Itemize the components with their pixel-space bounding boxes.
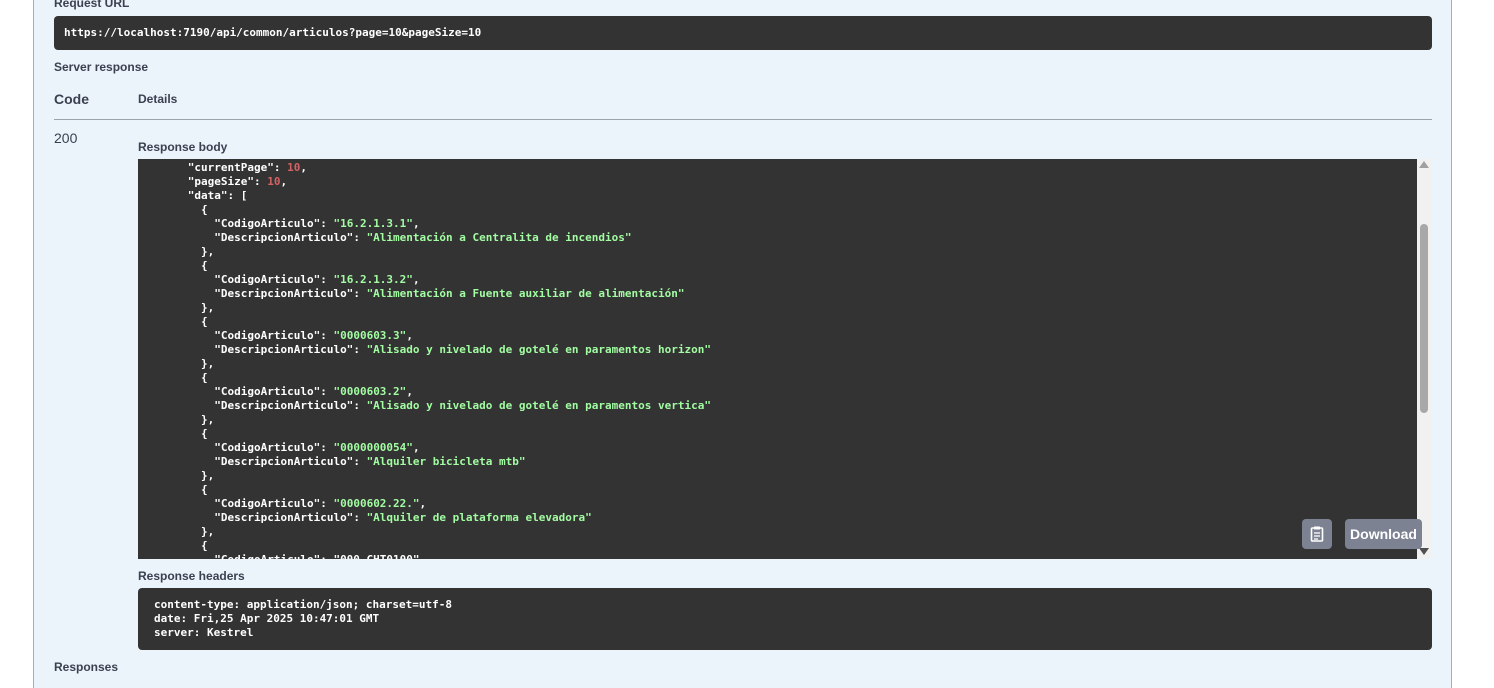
json-string: "Alisado y nivelado de gotelé en paramen… [366, 343, 711, 356]
response-headers: content-type: application/json; charset=… [138, 588, 1432, 650]
json-string: "0000603.3" [333, 329, 407, 342]
scroll-up-arrow-icon[interactable] [1419, 161, 1429, 168]
copy-to-clipboard-button[interactable] [1302, 519, 1332, 549]
json-string: "16.2.1.3.2" [333, 273, 413, 286]
json-key: "CodigoArticulo" [214, 385, 321, 398]
json-key: "DescripcionArticulo" [214, 231, 354, 244]
json-key: "pageSize" [187, 175, 254, 188]
request-url-label: Request URL [54, 0, 130, 10]
table-header-divider [54, 119, 1432, 120]
json-key: "CodigoArticulo" [214, 441, 321, 454]
header-date: date: Fri,25 Apr 2025 10:47:01 GMT [154, 612, 380, 625]
scroll-down-arrow-icon[interactable] [1419, 548, 1429, 555]
clipboard-icon [1310, 526, 1324, 542]
json-number: 10 [267, 175, 281, 188]
json-string: "0000000054" [333, 441, 413, 454]
scrollbar-thumb[interactable] [1420, 224, 1428, 413]
json-string: "Alimentación a Centralita de incendios" [366, 231, 632, 244]
json-string: "Alquiler de plataforma elevadora" [366, 511, 592, 524]
json-string: "0000603.2" [333, 385, 407, 398]
json-string: "16.2.1.3.1" [333, 217, 413, 230]
response-body-label: Response body [138, 140, 228, 154]
json-partial-line: "totalPages": 263, [188, 159, 307, 160]
json-key: "currentPage" [187, 161, 274, 174]
json-key: "DescripcionArticulo" [214, 455, 354, 468]
json-partial-line: "CodigoArticulo": "000.CHT0100", [214, 553, 426, 559]
header-content-type: content-type: application/json; charset=… [154, 598, 453, 611]
server-response-label: Server response [54, 60, 149, 74]
details-column-header: Details [138, 92, 178, 106]
json-key: "DescripcionArticulo" [214, 511, 354, 524]
request-url-value: https://localhost:7190/api/common/articu… [54, 16, 1432, 50]
json-key: "CodigoArticulo" [214, 329, 321, 342]
json-string: "Alimentación a Fuente auxiliar de alime… [366, 287, 685, 300]
json-key: "DescripcionArticulo" [214, 287, 354, 300]
json-key: "data" [187, 189, 228, 202]
json-key: "CodigoArticulo" [214, 217, 321, 230]
response-body[interactable]: "totalPages": 263, "currentPage": 10, "p… [138, 159, 1417, 559]
json-key: "DescripcionArticulo" [214, 399, 354, 412]
json-string: "Alisado y nivelado de gotelé en paramen… [366, 399, 711, 412]
json-key: "CodigoArticulo" [214, 273, 321, 286]
json-number: 10 [287, 161, 301, 174]
download-button[interactable]: Download [1345, 519, 1422, 549]
response-headers-label: Response headers [138, 569, 245, 583]
response-status-code: 200 [54, 130, 78, 146]
json-key: "CodigoArticulo" [214, 497, 321, 510]
json-string: "0000602.22." [333, 497, 420, 510]
responses-section-label: Responses [54, 660, 119, 674]
json-key: "DescripcionArticulo" [214, 343, 354, 356]
response-body-json: "totalPages": 263, "currentPage": 10, "p… [138, 159, 711, 559]
header-server: server: Kestrel [154, 626, 254, 639]
json-string: "Alquiler bicicleta mtb" [366, 455, 526, 468]
code-column-header: Code [54, 91, 89, 107]
